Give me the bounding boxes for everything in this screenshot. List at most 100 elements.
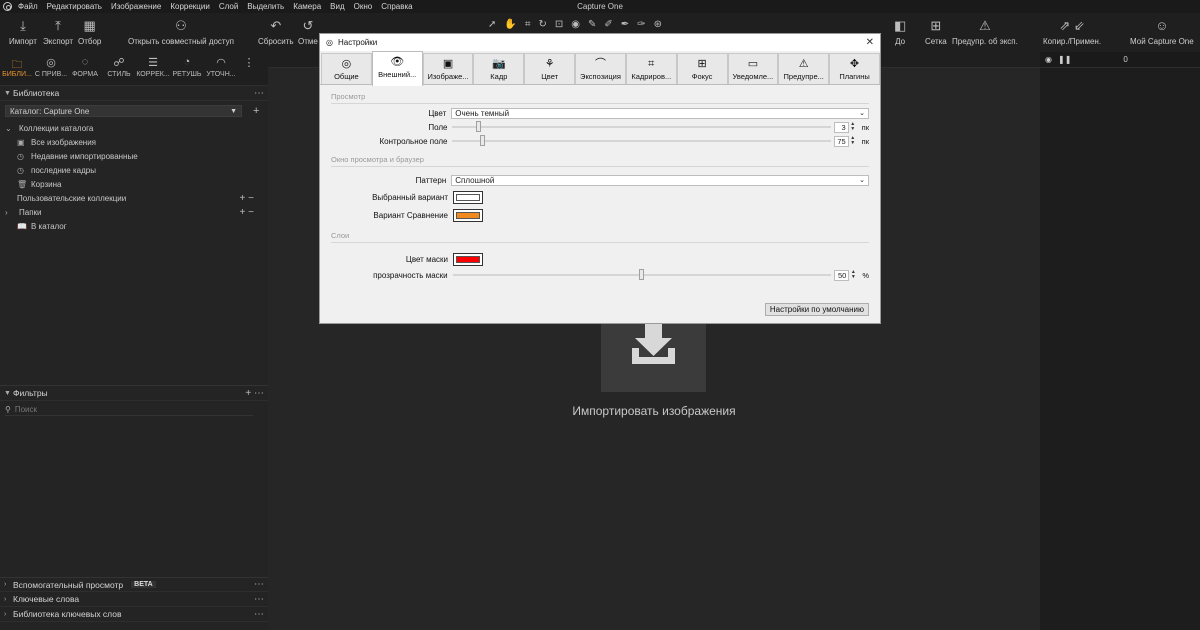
menu-window[interactable]: Окно [354,2,373,11]
menu-layer[interactable]: Слой [219,2,238,11]
before-button[interactable]: ◧ До [894,17,906,46]
eye-icon[interactable]: ◉ [1045,55,1052,64]
mask-opacity-slider[interactable] [452,269,832,280]
mask-opacity-slider-thumb[interactable] [639,269,644,280]
user-collections-header[interactable]: Пользовательские коллекции + − [0,191,268,205]
contact-slider[interactable] [452,135,831,146]
menu-image[interactable]: Изображение [111,2,161,11]
filters-search-input[interactable]: ⚲ Поиск [5,404,253,416]
copy-apply-button[interactable]: ⇗ ⇙ Копир./Примен. [1043,17,1101,46]
tabs-more-icon[interactable]: ⋮ [238,52,260,85]
margin-value-input[interactable]: 3 [833,121,849,133]
brush-tool-icon[interactable]: ✎ [588,19,596,30]
selected-variant-color-swatch[interactable] [453,190,483,204]
secondary-viewer-header[interactable]: › Вспомогательный просмотр BETA ⋯ [0,577,268,592]
tab-image[interactable]: ▣ Изображе... [422,53,474,84]
filters-menu-icon[interactable]: + ⋯ [245,388,264,399]
chevron-right-icon: › [4,610,7,618]
catalog-select[interactable]: Каталог: Capture One ▼ [5,105,242,117]
tab-general[interactable]: ◎ Общие [321,53,372,84]
my-capture-one-button[interactable]: ☺ Мой Capture One [1130,17,1194,46]
dialog-tabs: ◎ Общие 👁 Внешний... ▣ Изображе... 📷 Кадр ⚘ Ц… [320,51,880,86]
heal-tool-icon[interactable]: ✑ [637,19,645,30]
pattern-select[interactable]: Сплошной ⌄ [451,174,869,186]
mask-opacity-spinner[interactable]: ▲ ▼ [849,269,857,281]
keystone-tool-icon[interactable]: ⊡ [555,19,563,30]
mask-opacity-value-input[interactable]: 50 [834,269,850,281]
tab-adjustments[interactable]: ☰ КОРРЕК... [136,52,170,85]
tab-warnings[interactable]: ⚠ Предупре... [778,53,830,84]
library-panel-header[interactable]: ▼ Библиотека ⋯ [0,86,268,101]
panel-menu-icon[interactable]: ⋯ [254,594,264,605]
reset-button[interactable]: ↶ Сбросить [258,17,294,46]
select-tool-icon[interactable]: ➚ [488,19,496,30]
menu-adjustments[interactable]: Коррекции [170,2,209,11]
close-icon[interactable]: ✕ [866,37,874,48]
contact-value-input[interactable]: 75 [833,135,849,147]
tab-details[interactable]: ◠ УТОЧН... [204,52,238,85]
grid-button[interactable]: ⊞ Сетка [925,17,947,46]
collection-item[interactable]: 🗑 Корзина [0,177,268,191]
add-folder-icon[interactable]: + − [240,207,254,218]
contact-slider-thumb[interactable] [479,135,485,146]
keywords-header[interactable]: › Ключевые слова ⋯ [0,592,268,607]
color-select[interactable]: Очень темный ⌄ [451,107,869,119]
tab-crop[interactable]: ⌗ Кадриров... [625,53,677,84]
tab-capture[interactable]: ◎ С ПРИВ... [34,52,68,85]
panel-menu-icon[interactable]: ⋯ [254,88,264,99]
mask-color-swatch[interactable] [453,252,483,266]
collection-item[interactable]: ▣ Все изображения [0,135,268,149]
contact-spinner[interactable]: ▲ ▼ [849,135,857,147]
menu-view[interactable]: Вид [330,2,344,11]
tab-appearance[interactable]: 👁 Внешний... [371,51,423,86]
menu-file[interactable]: Файл [18,2,38,11]
pan-tool-icon[interactable]: ✋ [504,19,516,30]
crop-tool-icon[interactable]: ⌗ [525,19,531,30]
tab-capture[interactable]: 📷 Кадр [473,53,525,84]
collection-item[interactable]: ◷ Недавние импортированные [0,149,268,163]
menu-help[interactable]: Справка [381,2,412,11]
menu-select[interactable]: Выделить [247,2,284,11]
tab-retouch[interactable]: ◔ РЕТУШЬ [170,52,204,85]
add-catalog-icon[interactable]: + [253,105,259,117]
rotate-tool-icon[interactable]: ↻ [538,19,546,30]
margin-slider[interactable] [452,121,831,132]
annotate-tool-icon[interactable]: ⊛ [654,19,662,30]
tab-focus[interactable]: ⊞ Фокус [676,53,728,84]
tab-lens[interactable]: ◌ ФОРМА [68,52,102,85]
panel-menu-icon[interactable]: ⋯ [254,579,264,590]
add-collapse-icon[interactable]: + − [240,193,254,204]
menu-edit[interactable]: Редактировать [47,2,102,11]
margin-slider-thumb[interactable] [475,121,481,132]
restore-defaults-button[interactable]: Настройки по умолчанию [764,303,869,316]
picker-tool-icon[interactable]: ✒ [621,19,629,30]
folders-header[interactable]: › Папки + − [0,205,268,219]
import-button[interactable]: ⤓ Импорт [9,17,37,46]
collection-item[interactable]: ◷ последние кадры [0,163,268,177]
margin-spinner[interactable]: ▲ ▼ [849,121,857,133]
keyword-library-header[interactable]: › Библиотека ключевых слов ⋯ [0,607,268,622]
exposure-warning-button[interactable]: ⚠ Предупр. об эксп. [952,17,1018,46]
catalog-collections-header[interactable]: ⌄ Коллекции каталога [0,121,268,135]
panel-menu-icon[interactable]: ⋯ [254,609,264,620]
share-button[interactable]: ⚇ Открыть совместный доступ [128,17,234,46]
tab-library[interactable]: 🗀 БИБЛИ... [0,52,34,85]
eraser-tool-icon[interactable]: ✐ [604,19,612,30]
filters-panel-header[interactable]: ▼ Фильтры + ⋯ [0,386,268,401]
tab-exposure[interactable]: ⌒ Экспозиция [575,53,626,84]
folder-item[interactable]: 📖 В каталог [0,219,268,233]
spot-tool-icon[interactable]: ◉ [571,19,580,30]
folder-label: В каталог [31,221,67,231]
undo-button[interactable]: ↺ Отме [298,17,318,46]
tab-style[interactable]: ☍ СТИЛЬ [102,52,136,85]
tab-notifications[interactable]: ▭ Уведомле... [727,53,779,84]
tab-plugins[interactable]: ✥ Плагины [829,53,880,84]
export-button[interactable]: ⤒ Экспорт [43,17,73,46]
search-placeholder: Поиск [14,405,38,414]
collection-label: Все изображения [31,137,97,147]
tab-color[interactable]: ⚘ Цвет [524,53,576,84]
cull-button[interactable]: ▦ Отбор [78,17,101,46]
pause-icon[interactable]: ❚❚ [1058,55,1071,64]
compare-variant-color-swatch[interactable] [453,208,483,222]
menu-camera[interactable]: Камера [293,2,321,11]
